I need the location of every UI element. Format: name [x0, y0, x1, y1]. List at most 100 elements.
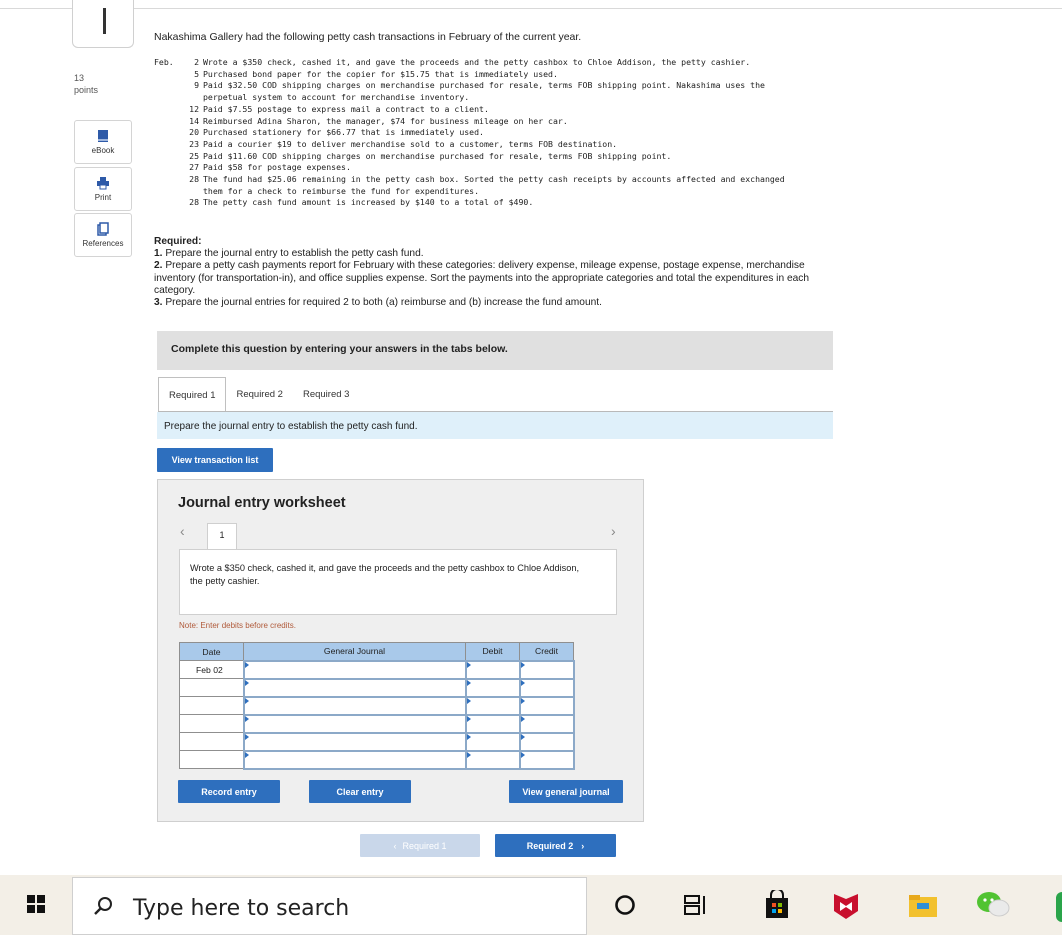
account-input[interactable] [242, 677, 467, 698]
transaction-month [154, 127, 185, 139]
tab-instruction-bar: Prepare the journal entry to establish t… [157, 412, 833, 439]
transaction-row: 5 Purchased bond paper for the copier for… [154, 69, 853, 81]
transaction-text: Wrote a $350 check, cashed it, and gave … [203, 57, 751, 67]
credit-input[interactable] [518, 695, 575, 716]
chevron-right-icon: › [581, 840, 585, 851]
points-info: 13 points [74, 72, 98, 96]
wechat-icon[interactable] [976, 890, 1012, 920]
file-explorer-icon[interactable] [908, 893, 938, 919]
debit-input[interactable] [464, 713, 521, 734]
transaction-description-box: Wrote a $350 check, cashed it, and gave … [179, 549, 617, 615]
account-input[interactable] [242, 659, 467, 680]
ebook-label: eBook [91, 146, 115, 155]
journal-row [179, 731, 575, 752]
tab-required-3[interactable]: Required 3 [292, 377, 360, 412]
credit-input[interactable] [518, 659, 575, 680]
print-label: Print [94, 193, 112, 202]
account-input[interactable] [242, 749, 467, 770]
debit-input[interactable] [464, 695, 521, 716]
col-date: Date [179, 642, 244, 661]
account-input[interactable] [242, 731, 467, 752]
next-required-label: Required 2 [526, 840, 574, 851]
entry-page-number[interactable]: 1 [207, 523, 237, 549]
tab-required-1[interactable]: Required 1 [158, 377, 227, 412]
transaction-month [154, 139, 185, 151]
debit-input[interactable] [464, 677, 521, 698]
journal-row [179, 677, 575, 698]
ebook-button[interactable]: eBook [74, 120, 132, 164]
journal-row: Feb 02 [179, 659, 575, 680]
transaction-day: 28 [189, 174, 199, 185]
transaction-day: 2 [194, 57, 199, 67]
windows-start-icon[interactable] [27, 895, 45, 913]
required-item-1: 1. Prepare the journal entry to establis… [154, 248, 844, 260]
taskbar-search[interactable]: Type here to search [72, 877, 587, 935]
credit-input[interactable] [518, 677, 575, 698]
transaction-text: them for a check to reimburse the fund f… [203, 185, 480, 196]
chevron-left-icon[interactable]: ‹ [180, 523, 185, 539]
question-number-tab[interactable] [72, 0, 134, 48]
account-input[interactable] [242, 695, 467, 716]
debit-input[interactable] [464, 659, 521, 680]
clear-entry-button[interactable]: Clear entry [309, 780, 411, 803]
print-button[interactable]: Print [74, 167, 132, 211]
date-cell [179, 750, 244, 769]
prev-required-button[interactable]: ‹ Required 1 [360, 834, 480, 857]
required-item-2: 2. Prepare a petty cash payments report … [154, 260, 844, 297]
journal-table: Date General Journal Debit Credit Feb 02 [179, 642, 575, 770]
transaction-list: Feb. 2 Wrote a $350 check, cashed it, and … [154, 57, 853, 209]
points-value: 13 [74, 73, 85, 83]
debit-input[interactable] [464, 749, 521, 770]
transaction-text: Purchased bond paper for the copier for … [203, 68, 558, 79]
mcafee-icon[interactable] [832, 891, 860, 921]
record-entry-button[interactable]: Record entry [178, 780, 280, 803]
partial-app-icon[interactable] [1056, 892, 1062, 922]
transaction-month [154, 174, 185, 186]
transaction-row: 12 Paid $7.55 postage to express mail a c… [154, 104, 853, 116]
col-general-journal: General Journal [243, 642, 466, 661]
page: 13 points eBook Print References Nakashi… [0, 0, 1062, 935]
book-icon [98, 130, 108, 142]
transaction-month [154, 116, 185, 128]
transaction-day: 14 [189, 115, 199, 126]
references-icon [97, 222, 109, 236]
cortana-icon[interactable] [613, 893, 637, 917]
transaction-month [154, 151, 185, 163]
transaction-text: Paid $58 for postage expenses. [203, 162, 351, 173]
credit-input[interactable] [518, 731, 575, 752]
col-credit: Credit [519, 642, 574, 661]
transaction-month [154, 92, 185, 104]
printer-icon [97, 177, 109, 190]
transaction-text: Reimbursed Adina Sharon, the manager, $7… [203, 115, 568, 126]
chevron-right-icon[interactable]: › [611, 523, 616, 539]
transaction-day: 28 [189, 197, 199, 208]
journal-row [179, 713, 575, 734]
transaction-day: 12 [189, 103, 199, 114]
transaction-row: Feb. 2 Wrote a $350 check, cashed it, and … [154, 57, 853, 69]
entry-note: Note: Enter debits before credits. [179, 621, 296, 630]
date-cell: Feb 02 [179, 660, 244, 679]
view-transaction-list-button[interactable]: View transaction list [157, 448, 273, 472]
banner-text: Complete this question by entering your … [171, 343, 508, 355]
references-button[interactable]: References [74, 213, 132, 257]
search-placeholder: Type here to search [133, 896, 350, 921]
view-general-journal-button[interactable]: View general journal [509, 780, 623, 803]
credit-input[interactable] [518, 713, 575, 734]
transaction-text: Purchased stationery for $66.77 that is … [203, 127, 484, 138]
date-cell [179, 696, 244, 715]
transaction-row: 27 Paid $58 for postage expenses. [154, 162, 853, 174]
next-required-button[interactable]: Required 2 › [495, 834, 616, 857]
required-num: 3. [154, 297, 163, 309]
task-view-icon[interactable] [683, 893, 709, 917]
transaction-row: 28 The petty cash fund amount is increase… [154, 197, 853, 209]
required-text: Prepare a petty cash payments report for… [154, 260, 810, 296]
required-item-3: 3. Prepare the journal entries for requi… [154, 297, 844, 309]
credit-input[interactable] [518, 749, 575, 770]
transaction-text: perpetual system to account for merchand… [203, 92, 470, 103]
transaction-month: Feb. [154, 57, 174, 67]
transaction-text: Paid a courier $19 to deliver merchandis… [203, 138, 618, 149]
account-input[interactable] [242, 713, 467, 734]
store-icon[interactable] [763, 890, 791, 920]
debit-input[interactable] [464, 731, 521, 752]
tab-required-2[interactable]: Required 2 [226, 377, 293, 412]
